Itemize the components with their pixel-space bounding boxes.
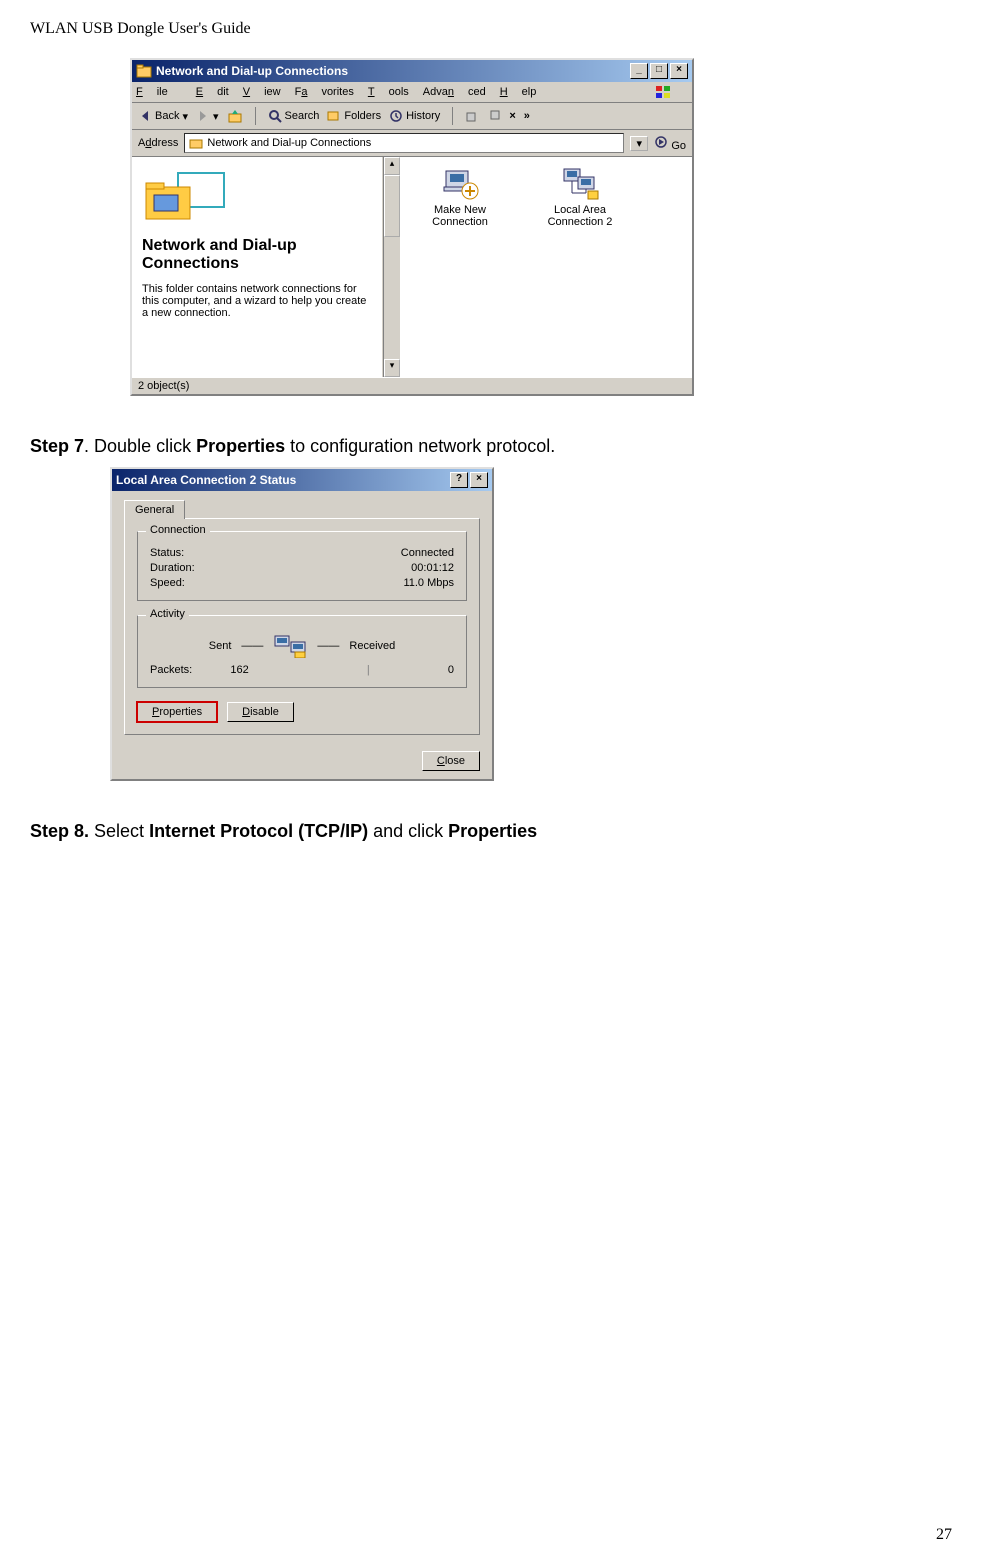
step7-text: Step 7. Double click Properties to confi… <box>30 436 952 457</box>
folders-button[interactable]: Folders <box>327 109 381 123</box>
activity-computers-icon <box>273 634 307 658</box>
go-icon <box>654 135 668 149</box>
window-title: Network and Dial-up Connections <box>156 64 628 78</box>
sent-label: Sent <box>209 640 232 652</box>
history-button[interactable]: History <box>389 109 440 123</box>
properties-button[interactable]: Properties <box>137 702 217 722</box>
menubar: File Edit View Favorites Tools Advanced … <box>132 82 692 103</box>
status-dialog: Local Area Connection 2 Status ? × Gener… <box>110 467 494 781</box>
step8-text: Step 8. Select Internet Protocol (TCP/IP… <box>30 821 952 842</box>
folder-icon <box>136 63 152 79</box>
menu-view[interactable]: View <box>243 86 281 98</box>
titlebar: Network and Dial-up Connections _ □ × <box>132 60 692 82</box>
page-number: 27 <box>936 1526 952 1544</box>
dialog-titlebar: Local Area Connection 2 Status ? × <box>112 469 492 491</box>
windows-flag-icon <box>654 84 674 100</box>
activity-legend: Activity <box>146 608 189 620</box>
packets-label: Packets: <box>150 664 192 676</box>
status-label: Status: <box>150 547 184 559</box>
speed-value: 11.0 Mbps <box>403 577 454 589</box>
menu-help[interactable]: Help <box>500 86 537 98</box>
forward-arrow-icon <box>196 109 210 123</box>
folder-up-icon <box>227 108 243 124</box>
activity-group: Activity Sent —— —— Received Packets: 16… <box>137 615 467 688</box>
connection-group: Connection Status:Connected Duration:00:… <box>137 531 467 601</box>
status-value: Connected <box>401 547 454 559</box>
copy-to-button[interactable] <box>487 109 501 123</box>
up-button[interactable] <box>227 108 243 124</box>
tab-general[interactable]: General <box>124 500 185 519</box>
forward-button[interactable]: ▾ <box>196 109 219 123</box>
toolbar-more-icon[interactable]: » <box>524 110 530 122</box>
menu-edit[interactable]: Edit <box>196 86 229 98</box>
tab-panel: Connection Status: Connected Duration: 00:… <box>124 518 480 735</box>
dialog-title: Local Area Connection 2 Status <box>116 473 448 487</box>
disable-button[interactable]: Disable <box>227 702 294 722</box>
search-icon <box>268 109 282 123</box>
maximize-button[interactable]: □ <box>650 63 668 79</box>
pane-description: This folder contains network connections… <box>142 283 372 319</box>
go-button[interactable]: Go <box>654 135 686 152</box>
scroll-thumb[interactable] <box>384 175 400 237</box>
doc-header: WLAN USB Dongle User's Guide <box>30 20 952 38</box>
left-scrollbar[interactable]: ▴ ▾ <box>383 157 400 377</box>
move-to-button[interactable] <box>465 109 479 123</box>
received-label: Received <box>349 640 395 652</box>
explorer-window: Network and Dial-up Connections _ □ × Fi… <box>130 58 694 396</box>
history-icon <box>389 109 403 123</box>
address-field[interactable]: Network and Dial-up Connections <box>184 133 624 153</box>
copyto-icon <box>487 109 501 123</box>
big-folder-icon <box>144 169 234 227</box>
menu-file[interactable]: File <box>136 86 182 98</box>
duration-value: 00:01:12 <box>411 562 454 574</box>
search-button[interactable]: Search <box>268 109 320 123</box>
close-button[interactable]: Close <box>422 751 480 771</box>
make-new-connection-icon <box>440 167 480 201</box>
connection-legend: Connection <box>146 524 210 536</box>
folder-icon <box>189 136 203 150</box>
toolbar: Back ▾ ▾ Search Folders History × » <box>132 103 692 130</box>
scroll-up-button[interactable]: ▴ <box>384 157 400 175</box>
close-button[interactable]: × <box>670 63 688 79</box>
folders-icon <box>327 109 341 123</box>
pane-title: Network and Dial-up Connections <box>142 237 372 273</box>
packets-sent-value: 162 <box>230 664 248 676</box>
address-dropdown-button[interactable]: ▾ <box>630 136 648 151</box>
close-button[interactable]: × <box>470 472 488 488</box>
back-button[interactable]: Back ▾ <box>138 109 188 123</box>
addressbar: Address Network and Dial-up Connections … <box>132 130 692 157</box>
menu-favorites[interactable]: Favorites <box>295 86 354 98</box>
info-pane: Network and Dial-up Connections This fol… <box>132 157 383 377</box>
lan-connection-icon <box>560 167 600 201</box>
make-new-connection-item[interactable]: Make New Connection <box>420 167 500 228</box>
content-pane: Make New Connection Local Area Connectio… <box>400 157 692 377</box>
delete-button[interactable]: × <box>509 110 515 122</box>
menu-tools[interactable]: Tools <box>368 86 409 98</box>
speed-label: Speed: <box>150 577 185 589</box>
moveto-icon <box>465 109 479 123</box>
minimize-button[interactable]: _ <box>630 63 648 79</box>
help-button[interactable]: ? <box>450 472 468 488</box>
packets-recv-value: 0 <box>448 664 454 676</box>
duration-label: Duration: <box>150 562 195 574</box>
address-label: Address <box>138 137 178 149</box>
back-arrow-icon <box>138 109 152 123</box>
scroll-down-button[interactable]: ▾ <box>384 359 400 377</box>
statusbar: 2 object(s) <box>132 377 692 394</box>
menu-advanced[interactable]: Advanced <box>423 86 486 98</box>
local-area-connection-item[interactable]: Local Area Connection 2 <box>540 167 620 228</box>
